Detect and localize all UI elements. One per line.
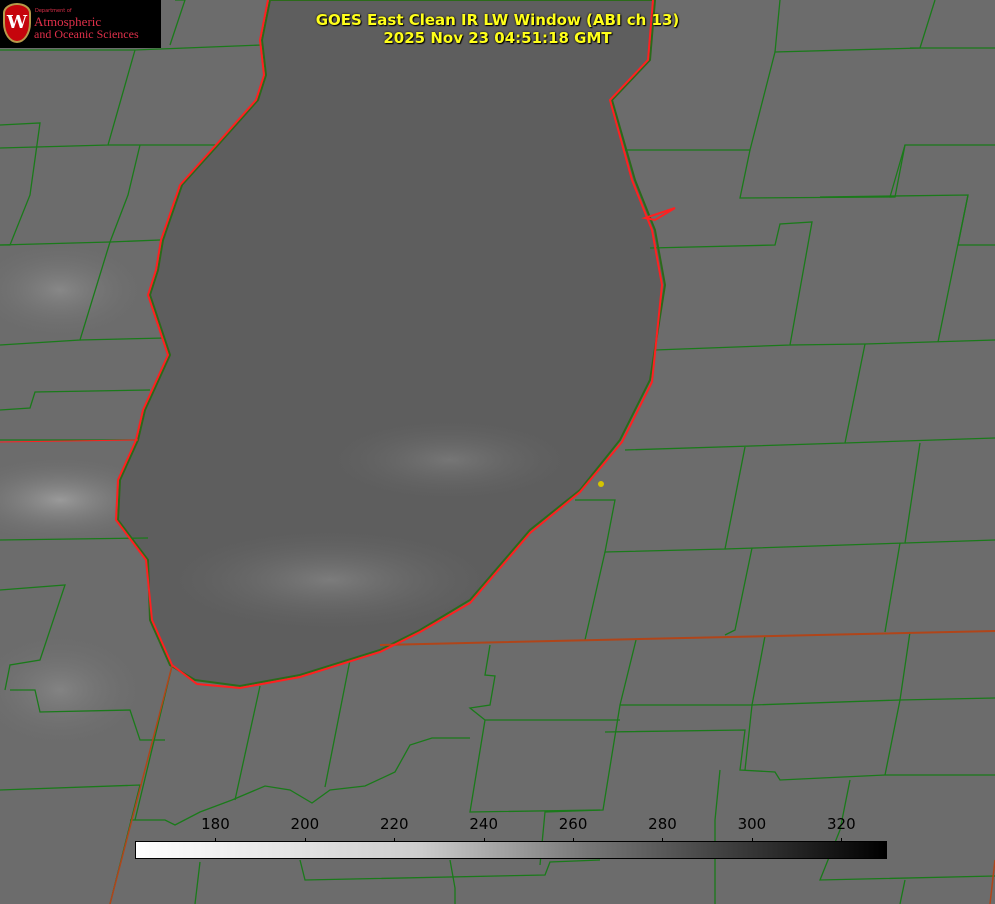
cloud-patch xyxy=(0,240,150,340)
colorbar-tick-label: 320 xyxy=(826,815,856,833)
colorbar-tick-mark xyxy=(751,838,753,842)
colorbar-tick-label: 220 xyxy=(379,815,409,833)
image-timestamp: 2025 Nov 23 04:51:18 GMT xyxy=(383,29,612,47)
state-border xyxy=(989,859,995,904)
location-marker xyxy=(598,481,604,487)
cloud-patch xyxy=(330,420,570,500)
colorbar xyxy=(135,841,887,859)
satellite-map xyxy=(0,0,995,904)
colorbar-tick-mark xyxy=(304,838,306,842)
colorbar-tick-label: 240 xyxy=(469,815,498,833)
colorbar-tick-label: 280 xyxy=(648,815,677,833)
image-title: GOES East Clean IR LW Window (ABI ch 13) xyxy=(315,11,680,29)
colorbar-tick-mark xyxy=(483,838,485,842)
colorbar-tick-label: 200 xyxy=(290,815,320,833)
colorbar-tick-mark xyxy=(573,838,575,842)
colorbar-tick-mark xyxy=(394,838,396,842)
colorbar-tick-mark xyxy=(662,838,664,842)
colorbar-tick-label: 300 xyxy=(737,815,767,833)
colorbar-tick-label: 180 xyxy=(201,815,230,833)
state-border xyxy=(379,630,995,646)
colorbar-tick-mark xyxy=(841,838,843,842)
colorbar-tick-label: 260 xyxy=(558,815,588,833)
cloud-patch xyxy=(170,530,490,630)
colorbar-tick-mark xyxy=(215,838,217,842)
